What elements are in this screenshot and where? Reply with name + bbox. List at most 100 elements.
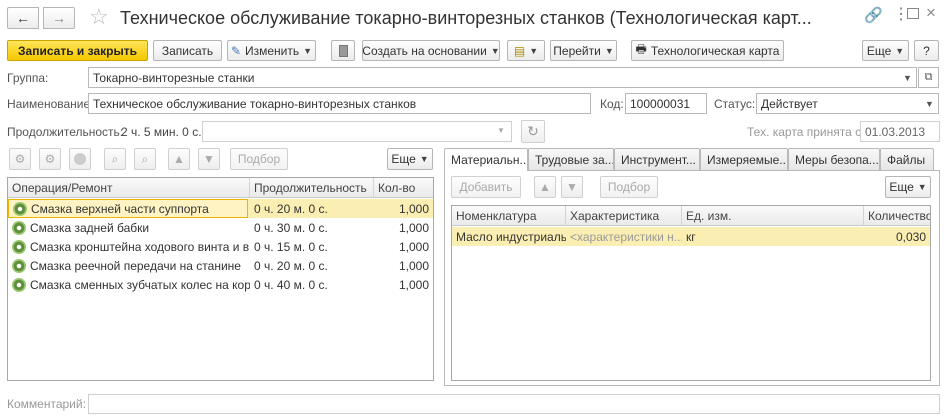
window-title: Техническое обслуживание токарно-винторе… bbox=[120, 8, 812, 28]
operations-table[interactable]: Операция/Ремонт Продолжительность Кол-во… bbox=[7, 177, 434, 381]
status-label: Статус: bbox=[714, 97, 756, 111]
tab-labor[interactable]: Трудовые за... bbox=[528, 148, 614, 170]
name-field[interactable]: Техническое обслуживание токарно-винторе… bbox=[88, 93, 591, 114]
comment-label: Комментарий: bbox=[7, 397, 86, 411]
chevron-down-icon: ▼ bbox=[419, 154, 429, 164]
ops-gear-button[interactable]: ⚙ bbox=[39, 148, 61, 170]
arrow-up-icon: ▲ bbox=[539, 180, 551, 194]
table-row[interactable]: Смазка реечной передачи на станине 0 ч. … bbox=[8, 256, 433, 275]
arrow-down-icon: ▼ bbox=[566, 180, 578, 194]
delete-icon bbox=[74, 153, 86, 165]
arrow-left-icon: ← bbox=[16, 10, 30, 26]
column-header-qty[interactable]: Кол-во bbox=[374, 178, 433, 198]
name-label: Наименование: bbox=[7, 97, 94, 111]
forward-button[interactable]: → bbox=[43, 7, 75, 29]
gear-icon bbox=[12, 220, 26, 235]
goto-button[interactable]: Перейти ▼ bbox=[550, 40, 617, 61]
arrow-up-icon: ▲ bbox=[173, 152, 185, 166]
duration-label: Продолжительность: bbox=[7, 125, 124, 139]
arrow-right-icon: → bbox=[52, 10, 66, 26]
group-label: Группа: bbox=[7, 71, 49, 85]
tab-tools[interactable]: Инструмент... bbox=[614, 148, 700, 170]
gear-icon: ⚙ bbox=[44, 152, 56, 166]
gear-icon bbox=[12, 239, 26, 254]
help-button[interactable]: ? bbox=[914, 40, 939, 61]
status-field[interactable]: Действует bbox=[756, 93, 922, 114]
materials-more-button[interactable]: Еще ▼ bbox=[885, 176, 931, 198]
group-field[interactable]: Токарно-винторезные станки bbox=[88, 67, 900, 88]
comment-field[interactable] bbox=[88, 394, 940, 414]
table-row[interactable]: Смазка сменных зубчатых колес на кор... … bbox=[8, 275, 433, 294]
search-icon: ⌕ bbox=[111, 151, 119, 166]
printer-icon: 🖶 bbox=[635, 42, 647, 56]
link-icon[interactable]: 🔗 bbox=[864, 6, 883, 24]
chevron-down-icon: ▼ bbox=[490, 45, 500, 56]
column-header-operation[interactable]: Операция/Ремонт bbox=[8, 178, 250, 198]
chevron-down-icon: ▼ bbox=[895, 45, 905, 56]
document-icon bbox=[338, 44, 348, 57]
ops-more-button[interactable]: Еще ▼ bbox=[387, 148, 433, 170]
tab-files[interactable]: Файлы bbox=[880, 148, 934, 170]
ops-pick-button[interactable]: Подбор bbox=[230, 148, 288, 170]
chevron-down-icon[interactable]: ▼ bbox=[497, 126, 505, 135]
back-button[interactable]: ← bbox=[7, 7, 39, 29]
column-header-characteristic[interactable]: Характеристика bbox=[566, 206, 682, 226]
table-row[interactable]: Смазка задней бабки 0 ч. 30 м. 0 с. 1,00… bbox=[8, 218, 433, 237]
materials-table[interactable]: Номенклатура Характеристика Ед. изм. Кол… bbox=[451, 205, 931, 381]
column-header-item[interactable]: Номенклатура bbox=[452, 206, 566, 226]
gear-icon bbox=[13, 201, 27, 216]
create-based-button[interactable]: Создать на основании ▼ bbox=[362, 40, 500, 61]
report-button[interactable] bbox=[331, 40, 355, 61]
gear-icon bbox=[12, 277, 26, 292]
search-advanced-icon: ⌕ bbox=[141, 151, 149, 166]
ops-delete-button[interactable] bbox=[69, 148, 91, 170]
accepted-date-field[interactable]: 01.03.2013 bbox=[860, 121, 940, 142]
more-button[interactable]: Еще ▼ bbox=[862, 40, 909, 61]
arrow-down-icon: ▼ bbox=[203, 152, 215, 166]
code-label: Код: bbox=[600, 97, 624, 111]
tech-card-print-button[interactable]: 🖶 Технологическая карта bbox=[631, 40, 784, 61]
tab-measured[interactable]: Измеряемые... bbox=[700, 148, 788, 170]
ops-move-up-button[interactable]: ▲ bbox=[168, 148, 190, 170]
group-dropdown-button[interactable]: ▼ bbox=[899, 67, 917, 88]
favorite-star-icon[interactable]: ☆ bbox=[89, 4, 109, 30]
chevron-down-icon: ▼ bbox=[903, 72, 912, 83]
chevron-down-icon: ▼ bbox=[529, 45, 539, 56]
ops-search-button[interactable]: ⌕ bbox=[104, 148, 126, 170]
save-and-close-button[interactable]: Записать и закрыть bbox=[7, 40, 148, 61]
duration-select[interactable] bbox=[202, 121, 512, 142]
refresh-button[interactable]: ↻ bbox=[521, 120, 545, 143]
menu-dots-icon[interactable]: ⋮ bbox=[893, 4, 909, 24]
save-button[interactable]: Записать bbox=[153, 40, 222, 61]
edit-button[interactable]: ✎ Изменить ▼ bbox=[227, 40, 316, 61]
materials-add-button[interactable]: Добавить bbox=[451, 176, 521, 198]
materials-move-up-button[interactable]: ▲ bbox=[534, 176, 556, 198]
open-window-icon: ⧉ bbox=[924, 71, 933, 83]
table-row[interactable]: Масло индустриаль... <характеристики н..… bbox=[452, 227, 930, 246]
ops-search-advanced-button[interactable]: ⌕ bbox=[134, 148, 156, 170]
ops-settings-button[interactable]: ⚙ bbox=[9, 148, 31, 170]
tab-materials[interactable]: Материальн... bbox=[444, 148, 528, 171]
pencil-icon: ✎ bbox=[230, 43, 241, 58]
column-header-duration[interactable]: Продолжительность bbox=[250, 178, 374, 198]
group-open-button[interactable]: ⧉ bbox=[918, 67, 939, 88]
column-header-unit[interactable]: Ед. изм. bbox=[682, 206, 864, 226]
gear-icon bbox=[12, 258, 26, 273]
materials-pick-button[interactable]: Подбор bbox=[600, 176, 658, 198]
document-gear-icon: ▤ bbox=[513, 43, 526, 58]
chevron-down-icon: ▼ bbox=[303, 45, 313, 56]
accepted-label: Тех. карта принята с: bbox=[747, 125, 865, 139]
print-forms-button[interactable]: ▤ ▼ bbox=[507, 40, 545, 61]
table-row[interactable]: Смазка кронштейна ходового винта и в... … bbox=[8, 237, 433, 256]
chevron-down-icon: ▼ bbox=[604, 45, 614, 56]
status-dropdown-button[interactable]: ▼ bbox=[921, 93, 939, 114]
column-header-quantity[interactable]: Количество bbox=[864, 206, 930, 226]
tab-safety[interactable]: Меры безопа... bbox=[788, 148, 880, 170]
refresh-icon: ↻ bbox=[527, 123, 539, 139]
ops-move-down-button[interactable]: ▼ bbox=[198, 148, 220, 170]
close-icon[interactable]: × bbox=[926, 3, 936, 23]
table-row[interactable]: Смазка верхней части суппорта 0 ч. 20 м.… bbox=[8, 199, 433, 218]
maximize-icon[interactable] bbox=[907, 8, 919, 19]
code-field[interactable]: 100000031 bbox=[625, 93, 707, 114]
materials-move-down-button[interactable]: ▼ bbox=[561, 176, 583, 198]
